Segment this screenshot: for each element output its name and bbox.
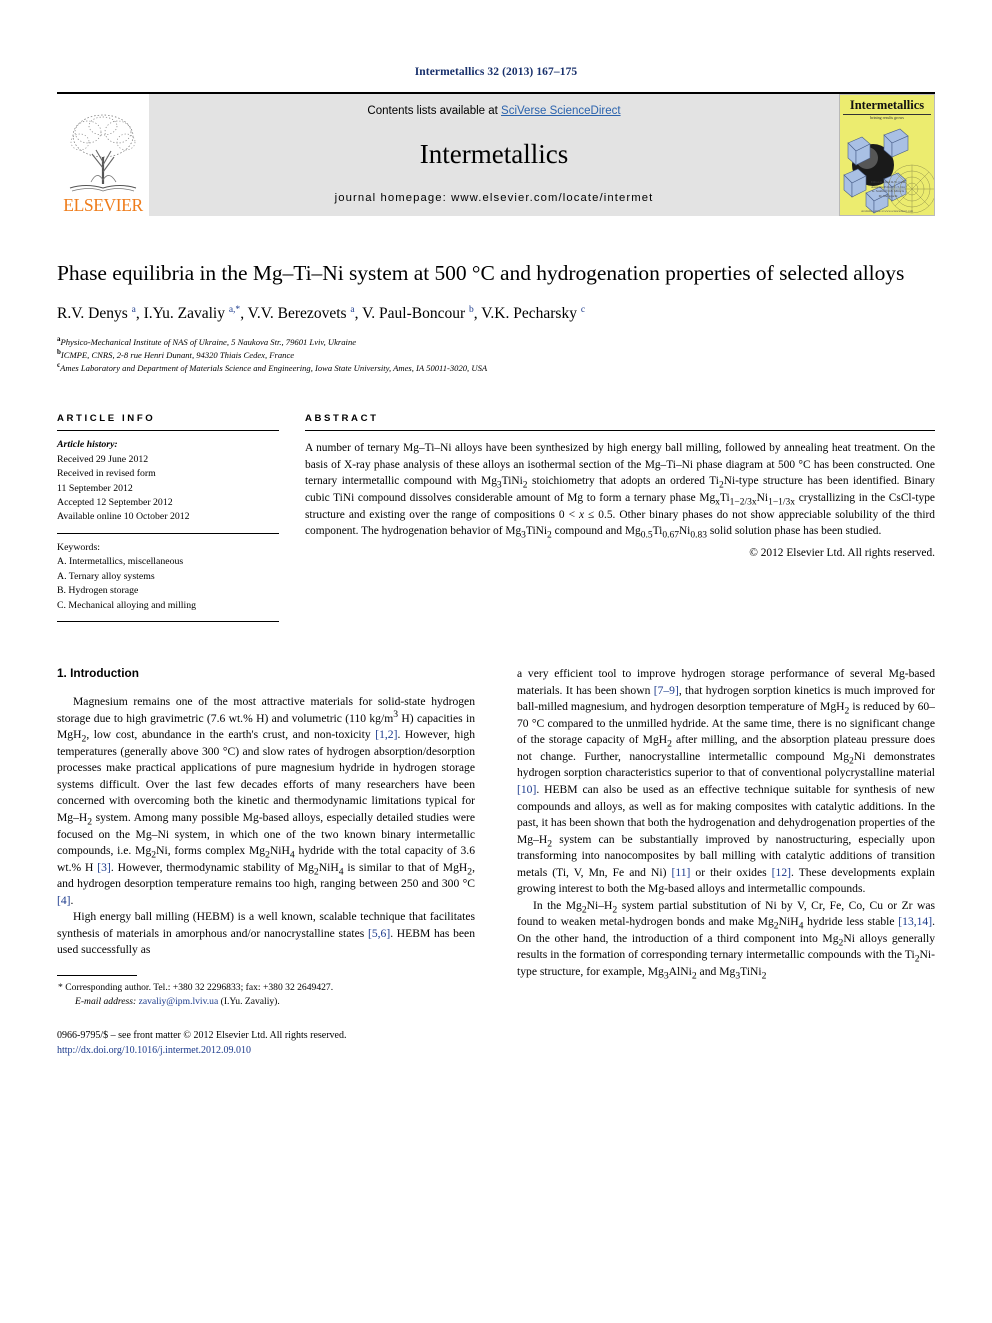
history-item: Accepted 12 September 2012	[57, 496, 173, 508]
elsevier-logo: ELSEVIER	[57, 94, 149, 216]
title-block: Phase equilibria in the Mg–Ti–Ni system …	[57, 260, 935, 375]
contents-available-line: Contents lists available at SciVerse Sci…	[367, 105, 620, 117]
keywords-block: Keywords: A. Intermetallics, miscellaneo…	[57, 534, 279, 613]
author-list: R.V. Denys a, I.Yu. Zavaliy a,*, V.V. Be…	[57, 304, 586, 322]
body-left-column: 1. Introduction Magnesium remains one of…	[57, 666, 475, 1058]
abstract-copyright: © 2012 Elsevier Ltd. All rights reserved…	[749, 546, 935, 559]
body-right-column: a very efficient tool to improve hydroge…	[517, 666, 935, 1058]
history-item: 11 September 2012	[57, 482, 133, 494]
journal-article-page: Intermetallics 32 (2013) 167–175 ELSEVIE…	[0, 0, 992, 1323]
journal-homepage-line[interactable]: journal homepage: www.elsevier.com/locat…	[335, 192, 654, 204]
history-item: Received 29 June 2012	[57, 453, 149, 465]
corresponding-author-note: * Corresponding author. Tel.: +380 32 22…	[58, 981, 334, 993]
elsevier-wordmark: ELSEVIER	[63, 194, 143, 215]
history-item: Available online 10 October 2012	[57, 511, 190, 523]
doi-link[interactable]: http://dx.doi.org/10.1016/j.intermet.201…	[57, 1043, 475, 1058]
article-info-column: ARTICLE INFO Article history: Received 2…	[57, 413, 279, 623]
elsevier-tree-icon	[69, 114, 137, 191]
journal-cover-thumbnail: Intermetallics brining results grows Edi…	[839, 94, 935, 216]
cover-title: Intermetallics	[843, 98, 931, 115]
affiliation-text: Physico-Mechanical Institute of NAS of U…	[60, 336, 357, 347]
affiliation-c: cAmes Laboratory and Department of Mater…	[57, 362, 935, 375]
keyword-item: A. Intermetallics, miscellaneous	[57, 556, 184, 568]
sciencedirect-link[interactable]: SciVerse ScienceDirect	[501, 105, 621, 117]
footnote-divider	[57, 974, 137, 976]
cover-footer-line: Available online at www.sciencedirect.co…	[861, 209, 913, 213]
article-info-rule-bottom	[57, 621, 279, 623]
email-note: E-mail address: zavaliy@ipm.lviv.ua (I.Y…	[75, 995, 280, 1007]
running-head: Intermetallics 32 (2013) 167–175	[414, 66, 578, 78]
affiliation-text: Ames Laboratory and Department of Materi…	[60, 362, 488, 373]
page-footer: 0966-9795/$ – see front matter © 2012 El…	[57, 1028, 475, 1058]
affiliation-a: aPhysico-Mechanical Institute of NAS of …	[57, 336, 935, 349]
contents-prefix: Contents lists available at	[367, 105, 502, 117]
article-title: Phase equilibria in the Mg–Ti–Ni system …	[57, 261, 905, 285]
journal-band: Contents lists available at SciVerse Sci…	[149, 94, 839, 216]
abstract-heading: ABSTRACT	[305, 413, 379, 425]
footnote-area: * Corresponding author. Tel.: +380 32 22…	[57, 974, 475, 1009]
keyword-item: C. Mechanical alloying and milling	[57, 599, 197, 611]
history-item: Received in revised form	[57, 468, 156, 480]
journal-masthead: ELSEVIER Contents lists available at Sci…	[57, 92, 935, 216]
abstract-body: A number of ternary Mg–Ti–Ni alloys have…	[305, 442, 935, 541]
article-history-block: Article history: Received 29 June 2012 R…	[57, 431, 279, 533]
keywords-label: Keywords:	[57, 541, 100, 553]
article-info-heading: ARTICLE INFO	[57, 413, 156, 425]
paragraph: Magnesium remains one of the most attrac…	[57, 695, 476, 907]
affiliation-b: bICMPE, CNRS, 2-8 rue Henri Dunant, 9432…	[57, 349, 935, 362]
section-heading-introduction: 1. Introduction	[57, 666, 139, 681]
keyword-item: A. Ternary alloy systems	[57, 570, 155, 582]
issn-copyright-line: 0966-9795/$ – see front matter © 2012 El…	[57, 1030, 347, 1042]
paragraph: a very efficient tool to improve hydroge…	[517, 667, 935, 896]
paragraph: In the Mg2Ni–H2 system partial substitut…	[517, 898, 936, 981]
cover-editor-lines: Editor-in-Chief R.W. Cahn Associate Edit…	[870, 179, 906, 199]
info-abstract-row: ARTICLE INFO Article history: Received 2…	[57, 413, 935, 623]
affiliation-list: aPhysico-Mechanical Institute of NAS of …	[57, 336, 935, 375]
body-two-column-layout: 1. Introduction Magnesium remains one of…	[57, 666, 935, 1058]
cover-crystal-graphic	[843, 128, 934, 214]
paragraph: High energy ball milling (HEBM) is a wel…	[57, 910, 476, 957]
article-history-label: Article history:	[57, 439, 118, 451]
abstract-column: ABSTRACT A number of ternary Mg–Ti–Ni al…	[305, 413, 935, 622]
affiliation-text: ICMPE, CNRS, 2-8 rue Henri Dunant, 94320…	[60, 349, 295, 360]
keyword-item: B. Hydrogen storage	[57, 585, 139, 597]
journal-title: Intermetallics	[419, 139, 569, 169]
